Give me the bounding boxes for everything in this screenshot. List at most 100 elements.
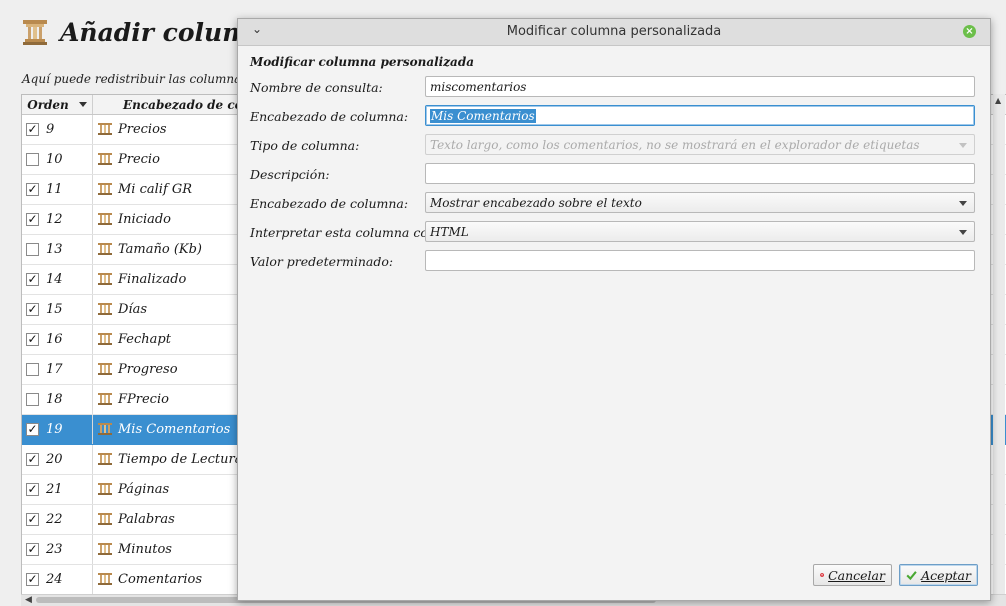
order-cell: ✓ 11 <box>22 175 93 204</box>
ok-button[interactable]: Aceptar <box>899 564 978 586</box>
chevron-down-icon <box>959 143 967 148</box>
heading-position-select[interactable]: Mostrar encabezado sobre el texto <box>425 192 975 213</box>
description-label: Descripción: <box>250 167 330 182</box>
column-visible-checkbox[interactable]: ✓ <box>26 333 39 346</box>
column-visible-checkbox[interactable] <box>26 363 39 376</box>
column-visible-checkbox[interactable]: ✓ <box>26 543 39 556</box>
column-pillar-icon <box>97 272 113 290</box>
column-type-value: Texto largo, como los comentarios, no se… <box>430 138 920 152</box>
lookup-name-value: miscomentarios <box>430 80 527 94</box>
column-heading-name: Finalizado <box>118 272 187 287</box>
lookup-name-label: Nombre de consulta: <box>250 80 383 95</box>
chevron-down-icon[interactable] <box>959 201 967 206</box>
column-heading-name: Tamaño (Kb) <box>118 242 202 257</box>
order-number: 14 <box>46 272 63 287</box>
lookup-name-input[interactable]: miscomentarios <box>425 76 975 97</box>
order-number: 9 <box>46 122 55 137</box>
default-value-row: Valor predeterminado: <box>250 250 980 273</box>
order-cell: ✓ 15 <box>22 295 93 324</box>
column-visible-checkbox[interactable] <box>26 243 39 256</box>
order-number: 16 <box>46 332 63 347</box>
order-cell: 17 <box>22 355 93 384</box>
column-heading-name: Días <box>118 302 148 317</box>
column-pillar-icon <box>97 302 113 320</box>
column-pillar-icon <box>97 422 113 440</box>
column-visible-checkbox[interactable] <box>26 393 39 406</box>
column-pillar-icon <box>97 242 113 260</box>
order-cell: ✓ 21 <box>22 475 93 504</box>
order-cell: ✓ 20 <box>22 445 93 474</box>
column-heading-name: Precio <box>118 152 160 167</box>
dialog-titlebar: ⌄ Modificar columna personalizada × <box>238 19 990 46</box>
order-number: 19 <box>46 422 63 437</box>
cancel-button[interactable]: Cancelar <box>813 564 892 586</box>
column-pillar-icon <box>97 392 113 410</box>
column-heading-name: Mi calif GR <box>118 182 193 197</box>
interpret-as-select[interactable]: HTML <box>425 221 975 242</box>
column-visible-checkbox[interactable]: ✓ <box>26 483 39 496</box>
vertical-scrollbar[interactable]: ▲ <box>993 94 1005 594</box>
order-cell: 10 <box>22 145 93 174</box>
close-icon[interactable]: × <box>963 25 976 38</box>
dialog-header: Modificar columna personalizada <box>250 55 474 69</box>
order-cell: 13 <box>22 235 93 264</box>
column-pillar-icon <box>97 512 113 530</box>
order-cell: ✓ 24 <box>22 565 93 594</box>
column-visible-checkbox[interactable]: ✓ <box>26 303 39 316</box>
column-visible-checkbox[interactable]: ✓ <box>26 513 39 526</box>
column-heading-name: Palabras <box>118 512 175 527</box>
interpret-as-value: HTML <box>430 225 469 239</box>
column-pillar-icon <box>23 20 47 45</box>
header-order[interactable]: Orden <box>22 95 93 114</box>
ok-label: Aceptar <box>921 567 971 583</box>
column-visible-checkbox[interactable]: ✓ <box>26 183 39 196</box>
column-type-select: Texto largo, como los comentarios, no se… <box>425 134 975 155</box>
header-order-label: Orden <box>27 97 69 112</box>
column-heading-row: Encabezado de columna: Mis Comentarios <box>250 105 980 128</box>
order-number: 12 <box>46 212 63 227</box>
edit-column-dialog: ⌄ Modificar columna personalizada × Modi… <box>237 18 991 601</box>
interpret-as-label: Interpretar esta columna como: <box>250 225 452 240</box>
description-input[interactable] <box>425 163 975 184</box>
column-visible-checkbox[interactable]: ✓ <box>26 123 39 136</box>
column-heading-input[interactable]: Mis Comentarios <box>425 105 975 126</box>
scroll-left-icon[interactable]: ◀ <box>25 595 32 605</box>
column-heading-name: Progreso <box>118 362 178 377</box>
column-heading-name: Iniciado <box>118 212 172 227</box>
description-row: Descripción: <box>250 163 980 186</box>
order-number: 17 <box>46 362 63 377</box>
cancel-icon <box>820 573 824 577</box>
order-cell: ✓ 14 <box>22 265 93 294</box>
heading-position-row: Encabezado de columna: Mostrar encabezad… <box>250 192 980 215</box>
column-pillar-icon <box>97 152 113 170</box>
default-value-label: Valor predeterminado: <box>250 254 394 269</box>
default-value-input[interactable] <box>425 250 975 271</box>
column-pillar-icon <box>97 452 113 470</box>
order-cell: ✓ 12 <box>22 205 93 234</box>
order-number: 13 <box>46 242 63 257</box>
column-heading-name: Comentarios <box>118 572 203 587</box>
scroll-up-icon[interactable]: ▲ <box>995 96 1001 105</box>
order-number: 10 <box>46 152 63 167</box>
column-visible-checkbox[interactable]: ✓ <box>26 573 39 586</box>
checkmark-icon <box>906 571 917 581</box>
column-heading-name: Mis Comentarios <box>118 422 231 437</box>
column-pillar-icon <box>97 362 113 380</box>
column-type-label: Tipo de columna: <box>250 138 360 153</box>
order-cell: 18 <box>22 385 93 414</box>
column-visible-checkbox[interactable]: ✓ <box>26 213 39 226</box>
column-visible-checkbox[interactable]: ✓ <box>26 453 39 466</box>
order-number: 22 <box>46 512 63 527</box>
chevron-down-icon[interactable] <box>959 230 967 235</box>
column-visible-checkbox[interactable] <box>26 153 39 166</box>
column-pillar-icon <box>97 182 113 200</box>
column-heading-name: Precios <box>118 122 167 137</box>
heading-position-label: Encabezado de columna: <box>250 196 409 211</box>
column-type-row: Tipo de columna: Texto largo, como los c… <box>250 134 980 157</box>
column-pillar-icon <box>97 542 113 560</box>
column-visible-checkbox[interactable]: ✓ <box>26 423 39 436</box>
order-number: 18 <box>46 392 63 407</box>
column-visible-checkbox[interactable]: ✓ <box>26 273 39 286</box>
dialog-title: Modificar columna personalizada <box>506 24 722 39</box>
lookup-name-row: Nombre de consulta: miscomentarios <box>250 76 980 99</box>
